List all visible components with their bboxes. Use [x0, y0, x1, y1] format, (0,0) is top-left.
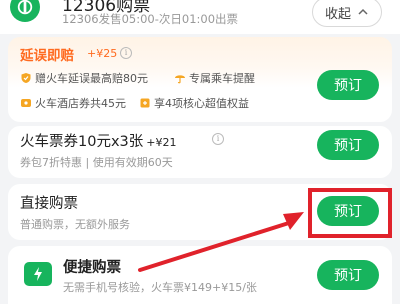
- highlight-box: [308, 188, 392, 238]
- option-title: 直接购票: [20, 196, 78, 212]
- option-title: 便捷购票: [63, 260, 121, 276]
- perk-text: 赠火车延误最高赔80元: [35, 72, 148, 85]
- chevron-up-icon: [358, 8, 368, 15]
- perk-text: 享4项核心超值权益: [154, 97, 249, 110]
- perk-text: 专属乘车提醒: [189, 72, 255, 85]
- perk-item: 火车酒店券共45元: [20, 95, 126, 111]
- book-button[interactable]: 预订: [317, 70, 379, 100]
- benefits-icon: [140, 98, 150, 108]
- collapse-button[interactable]: 收起: [312, 0, 382, 27]
- umbrella-icon: [175, 75, 185, 84]
- book-button[interactable]: 预订: [317, 260, 379, 290]
- info-icon[interactable]: i: [212, 133, 224, 145]
- option-title-text: 火车票券10元x3张: [20, 134, 144, 150]
- info-icon[interactable]: i: [120, 47, 132, 59]
- hotel-coupon-icon: [21, 99, 31, 107]
- perk-item: 专属乘车提醒: [174, 70, 255, 86]
- railway-logo-icon: [10, 0, 40, 22]
- option-title: 延误即赔: [20, 48, 74, 64]
- option-ticket-coupon: 火车票券10元x3张 +¥21 i 券包7折特惠 | 使用有效期60天 预订: [8, 126, 392, 178]
- option-subtitle: 无需手机号核验，火车票¥149+¥15/张: [63, 281, 257, 294]
- purchase-header: 12306购票 12306发售05:00-次日01:00出票 收起: [0, 0, 400, 34]
- header-subtitle: 12306发售05:00-次日01:00出票: [62, 12, 239, 26]
- option-subtitle: 普通购票，无额外服务: [20, 218, 130, 231]
- option-quick-purchase: 便捷购票 无需手机号核验，火车票¥149+¥15/张 预订: [8, 246, 392, 304]
- option-price: +¥21: [146, 136, 177, 149]
- perk-text: 火车酒店券共45元: [35, 97, 126, 110]
- book-button[interactable]: 预订: [317, 130, 379, 160]
- lightning-ticket-icon: [24, 262, 52, 286]
- perk-item: 享4项核心超值权益: [139, 95, 249, 111]
- collapse-label: 收起: [324, 6, 351, 22]
- perk-item: 赠火车延误最高赔80元: [20, 70, 148, 86]
- option-price: +¥25: [87, 47, 118, 60]
- shield-check-icon: [21, 73, 31, 83]
- option-subtitle: 券包7折特惠 | 使用有效期60天: [20, 156, 173, 169]
- option-title: 火车票券10元x3张 +¥21: [20, 130, 176, 151]
- option-delay-compensation: 延误即赔 +¥25 i 赠火车延误最高赔80元 专属乘车提醒 火车酒店券共45元…: [8, 37, 392, 122]
